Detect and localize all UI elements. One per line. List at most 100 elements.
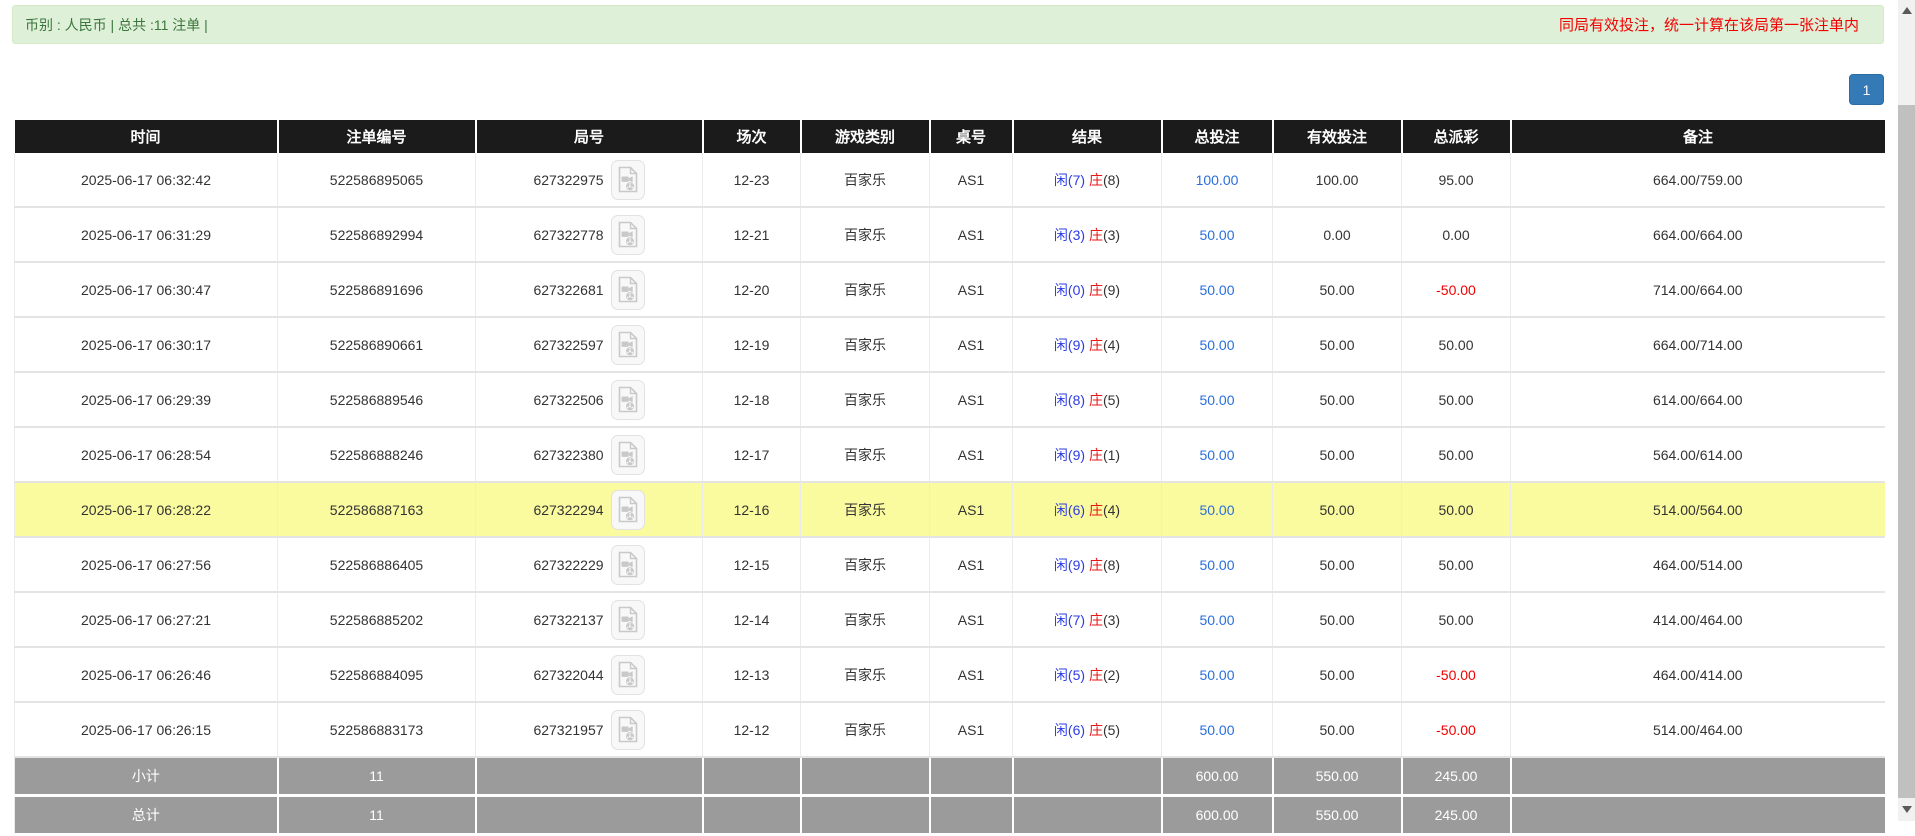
cell-remark: 714.00/664.00 [1511,262,1885,317]
cell-table-no: AS1 [930,482,1013,537]
cell-round: 627322044 [476,647,703,702]
cell-time: 2025-06-17 06:28:54 [15,427,278,482]
header-payout: 总派彩 [1402,120,1511,153]
result-player: 闲(8) [1054,392,1085,408]
round-id: 627322229 [533,557,603,573]
cell-round: 627322506 [476,372,703,427]
cell-game-type: 百家乐 [801,647,930,702]
cell-valid-bet: 50.00 [1273,482,1402,537]
cell-session: 12-23 [703,153,801,207]
round-id: 627322597 [533,337,603,353]
cell-total-bet[interactable]: 50.00 [1162,372,1273,427]
scroll-up-button[interactable] [1902,7,1912,14]
cell-session: 12-19 [703,317,801,372]
cell-time: 2025-06-17 06:30:47 [15,262,278,317]
video-replay-button[interactable] [611,435,645,475]
cell-total-bet[interactable]: 50.00 [1162,482,1273,537]
scroll-down-button[interactable] [1902,806,1912,813]
cell-time: 2025-06-17 06:29:39 [15,372,278,427]
result-banker-num: (3) [1103,227,1120,243]
cell-total-bet[interactable]: 50.00 [1162,317,1273,372]
summary-count: 11 [278,757,476,796]
video-file-icon [617,441,639,468]
video-replay-button[interactable] [611,490,645,530]
video-replay-button[interactable] [611,215,645,255]
video-file-icon [617,221,639,248]
cell-total-bet[interactable]: 50.00 [1162,592,1273,647]
cell-time: 2025-06-17 06:27:56 [15,537,278,592]
cell-total-bet[interactable]: 50.00 [1162,702,1273,757]
cell-result: 闲(7) 庄(3) [1013,592,1162,647]
cell-table-no: AS1 [930,207,1013,262]
cell-total-bet[interactable]: 50.00 [1162,537,1273,592]
cell-time: 2025-06-17 06:26:15 [15,702,278,757]
video-replay-button[interactable] [611,160,645,200]
video-replay-button[interactable] [611,325,645,365]
cell-table-no: AS1 [930,317,1013,372]
video-file-icon [617,716,639,743]
video-file-icon [617,551,639,578]
cell-remark: 614.00/664.00 [1511,372,1885,427]
video-replay-button[interactable] [611,545,645,585]
video-replay-button[interactable] [611,655,645,695]
cell-payout: 95.00 [1402,153,1511,207]
cell-payout: 50.00 [1402,482,1511,537]
cell-remark: 664.00/759.00 [1511,153,1885,207]
cell-total-bet[interactable]: 50.00 [1162,427,1273,482]
header-time: 时间 [15,120,278,153]
cell-game-type: 百家乐 [801,207,930,262]
cell-valid-bet: 50.00 [1273,537,1402,592]
cell-valid-bet: 50.00 [1273,647,1402,702]
cell-remark: 464.00/514.00 [1511,537,1885,592]
scrollbar-thumb[interactable] [1898,105,1915,798]
header-table-no: 桌号 [930,120,1013,153]
video-replay-button[interactable] [611,600,645,640]
video-file-icon [617,166,639,193]
table-header-row: 时间 注单编号 局号 场次 游戏类别 桌号 结果 总投注 有效投注 总派彩 备注 [15,120,1885,153]
cell-round: 627322778 [476,207,703,262]
table-body: 2025-06-17 06:32:42 522586895065 6273229… [15,153,1885,835]
cell-time: 2025-06-17 06:32:42 [15,153,278,207]
cell-game-type: 百家乐 [801,262,930,317]
cell-payout: 50.00 [1402,427,1511,482]
cell-game-type: 百家乐 [801,427,930,482]
table-row: 2025-06-17 06:32:42 522586895065 6273229… [15,153,1885,207]
cell-total-bet[interactable]: 50.00 [1162,647,1273,702]
cell-round: 627321957 [476,702,703,757]
cell-result: 闲(8) 庄(5) [1013,372,1162,427]
video-replay-button[interactable] [611,380,645,420]
video-replay-button[interactable] [611,270,645,310]
cell-valid-bet: 50.00 [1273,317,1402,372]
cell-total-bet[interactable]: 50.00 [1162,207,1273,262]
cell-remark: 514.00/564.00 [1511,482,1885,537]
cell-valid-bet: 50.00 [1273,592,1402,647]
video-file-icon [617,661,639,688]
summary-total-bet: 600.00 [1162,796,1273,835]
result-banker: 庄 [1089,722,1103,738]
cell-time: 2025-06-17 06:30:17 [15,317,278,372]
cell-round: 627322975 [476,153,703,207]
cell-session: 12-15 [703,537,801,592]
cell-round: 627322597 [476,317,703,372]
cell-result: 闲(3) 庄(3) [1013,207,1162,262]
result-banker: 庄 [1089,667,1103,683]
round-id: 627321957 [533,722,603,738]
cell-session: 12-21 [703,207,801,262]
cell-bet-id: 522586888246 [278,427,476,482]
cell-payout: 50.00 [1402,317,1511,372]
summary-row: 总计 11 600.00 550.00 245.00 [15,796,1885,835]
pagination-page-1-button[interactable]: 1 [1849,74,1884,105]
table-row: 2025-06-17 06:28:22 522586887163 6273222… [15,482,1885,537]
video-replay-button[interactable] [611,710,645,750]
cell-total-bet[interactable]: 100.00 [1162,153,1273,207]
cell-total-bet[interactable]: 50.00 [1162,262,1273,317]
result-banker: 庄 [1089,282,1103,298]
cell-table-no: AS1 [930,537,1013,592]
video-file-icon [617,496,639,523]
result-player: 闲(7) [1054,612,1085,628]
cell-valid-bet: 100.00 [1273,153,1402,207]
result-banker: 庄 [1089,502,1103,518]
cell-remark: 464.00/414.00 [1511,647,1885,702]
cell-remark: 664.00/664.00 [1511,207,1885,262]
cell-bet-id: 522586891696 [278,262,476,317]
